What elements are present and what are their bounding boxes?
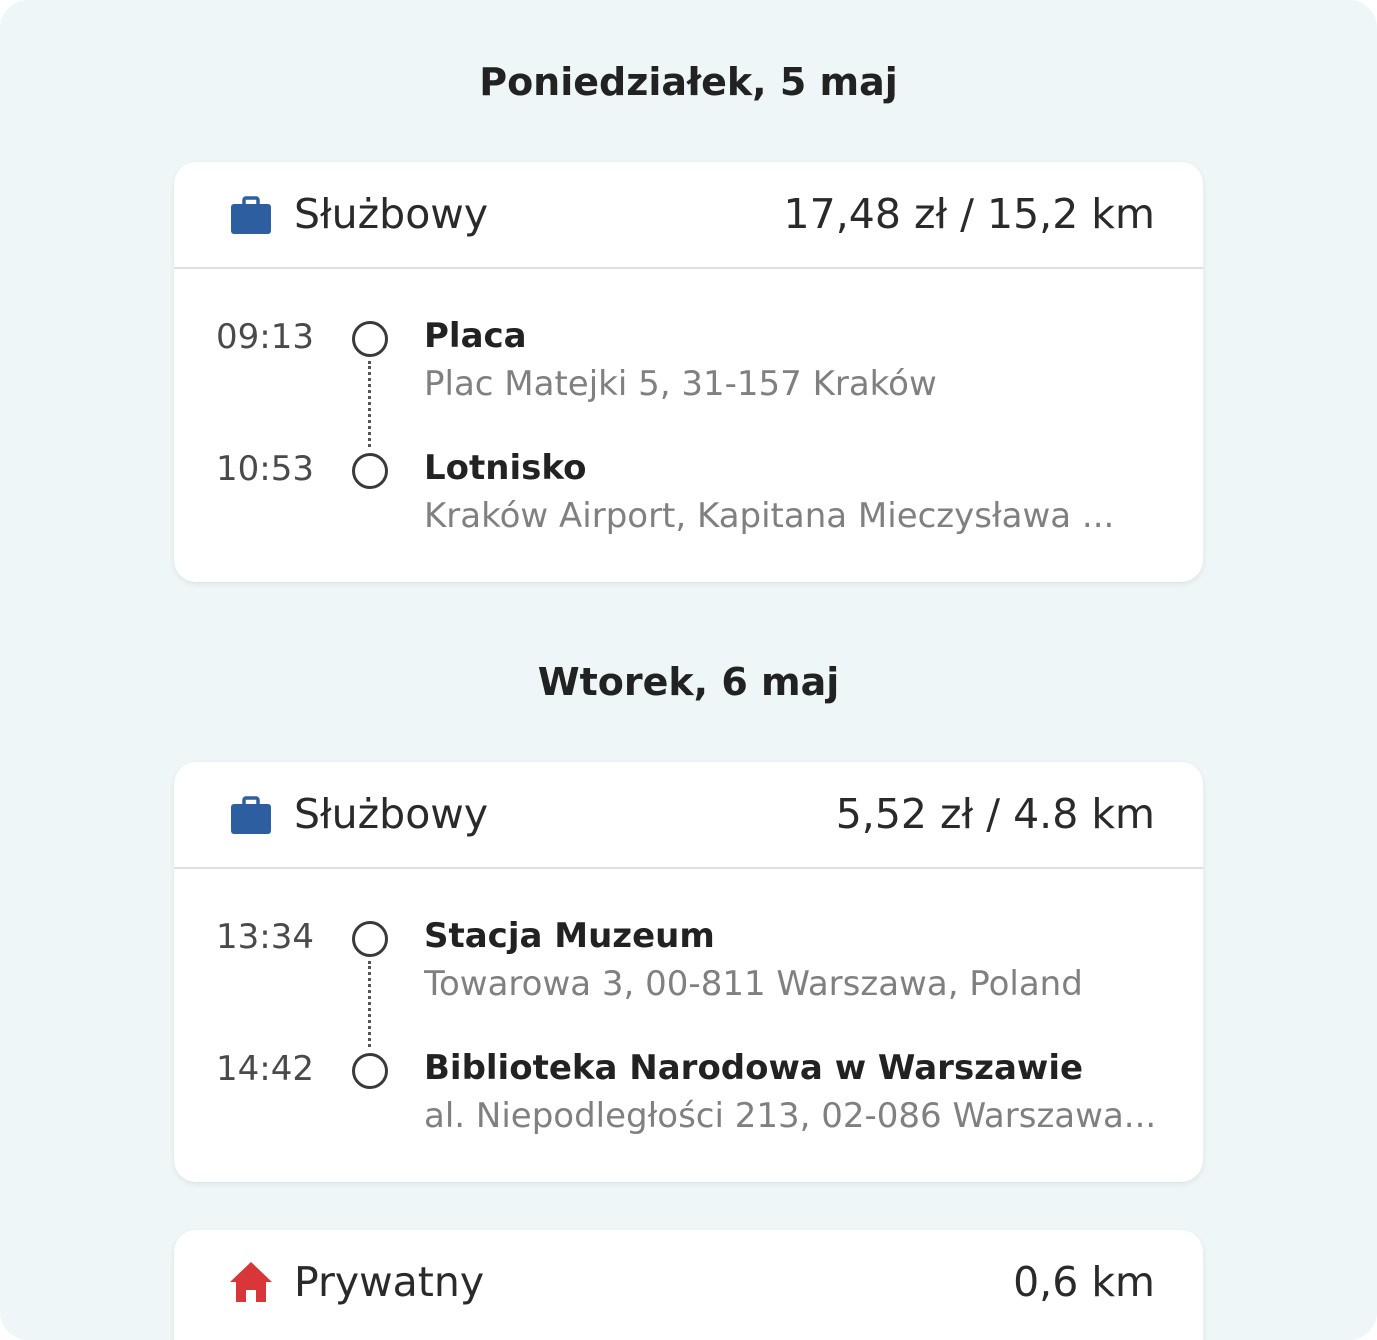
stop-marker-icon <box>352 1053 388 1089</box>
trip-stops: 09:13 Placa Plac Matejki 5, 31-157 Krakó… <box>174 269 1203 581</box>
day-heading: Poniedziałek, 5 maj <box>479 60 898 104</box>
stop-name: Placa <box>424 316 527 356</box>
trip-stops: 13:34 Stacja Muzeum Towarowa 3, 00-811 W… <box>174 869 1203 1181</box>
route-connector <box>368 361 371 447</box>
trip-stop-start: 09:13 Placa Plac Matejki 5, 31-157 Krakó… <box>174 316 1203 417</box>
stop-name: Stacja Muzeum <box>424 916 715 956</box>
stop-marker-icon <box>352 921 388 957</box>
trip-category-label: Służbowy <box>294 790 489 838</box>
briefcase-icon <box>231 196 271 234</box>
trip-cost-distance: 17,48 zł / 15,2 km <box>783 190 1155 238</box>
trip-card[interactable]: Służbowy 5,52 zł / 4.8 km 13:34 Stacja M… <box>174 762 1203 1182</box>
trip-stop-start: 13:34 Stacja Muzeum Towarowa 3, 00-811 W… <box>174 916 1203 1017</box>
trip-category-label: Prywatny <box>294 1258 485 1306</box>
trip-distance: 0,6 km <box>1013 1258 1155 1306</box>
trip-card-header: Służbowy 17,48 zł / 15,2 km <box>174 162 1203 269</box>
stop-marker-icon <box>352 321 388 357</box>
stop-time: 09:13 <box>216 317 314 357</box>
stop-address: al. Niepodległości 213, 02-086 Warszawa.… <box>424 1096 1154 1136</box>
briefcase-icon <box>231 796 271 834</box>
trip-category-label: Służbowy <box>294 190 489 238</box>
stop-address: Kraków Airport, Kapitana Mieczysława ... <box>424 496 1115 536</box>
trip-card-header: Służbowy 5,52 zł / 4.8 km <box>174 762 1203 869</box>
stop-time: 14:42 <box>216 1049 314 1089</box>
route-connector <box>368 961 371 1047</box>
stop-name: Biblioteka Narodowa w Warszawie <box>424 1048 1084 1088</box>
trip-stop-end: 14:42 Biblioteka Narodowa w Warszawie al… <box>174 1048 1203 1149</box>
trip-cost-distance: 5,52 zł / 4.8 km <box>835 790 1155 838</box>
stop-marker-icon <box>352 453 388 489</box>
day-heading: Wtorek, 6 maj <box>537 660 840 704</box>
trip-card[interactable]: Służbowy 17,48 zł / 15,2 km 09:13 Placa … <box>174 162 1203 582</box>
trip-card[interactable]: Prywatny 0,6 km <box>174 1230 1203 1340</box>
stop-time: 10:53 <box>216 449 314 489</box>
trip-list-panel: Poniedziałek, 5 maj Służbowy 17,48 zł / … <box>0 0 1377 1340</box>
home-icon <box>230 1262 272 1302</box>
stop-time: 13:34 <box>216 917 314 957</box>
stop-address: Plac Matejki 5, 31-157 Kraków <box>424 364 937 404</box>
trip-card-header: Prywatny 0,6 km <box>174 1230 1203 1337</box>
stop-name: Lotnisko <box>424 448 587 488</box>
stop-address: Towarowa 3, 00-811 Warszawa, Poland <box>424 964 1083 1004</box>
trip-stop-end: 10:53 Lotnisko Kraków Airport, Kapitana … <box>174 448 1203 549</box>
